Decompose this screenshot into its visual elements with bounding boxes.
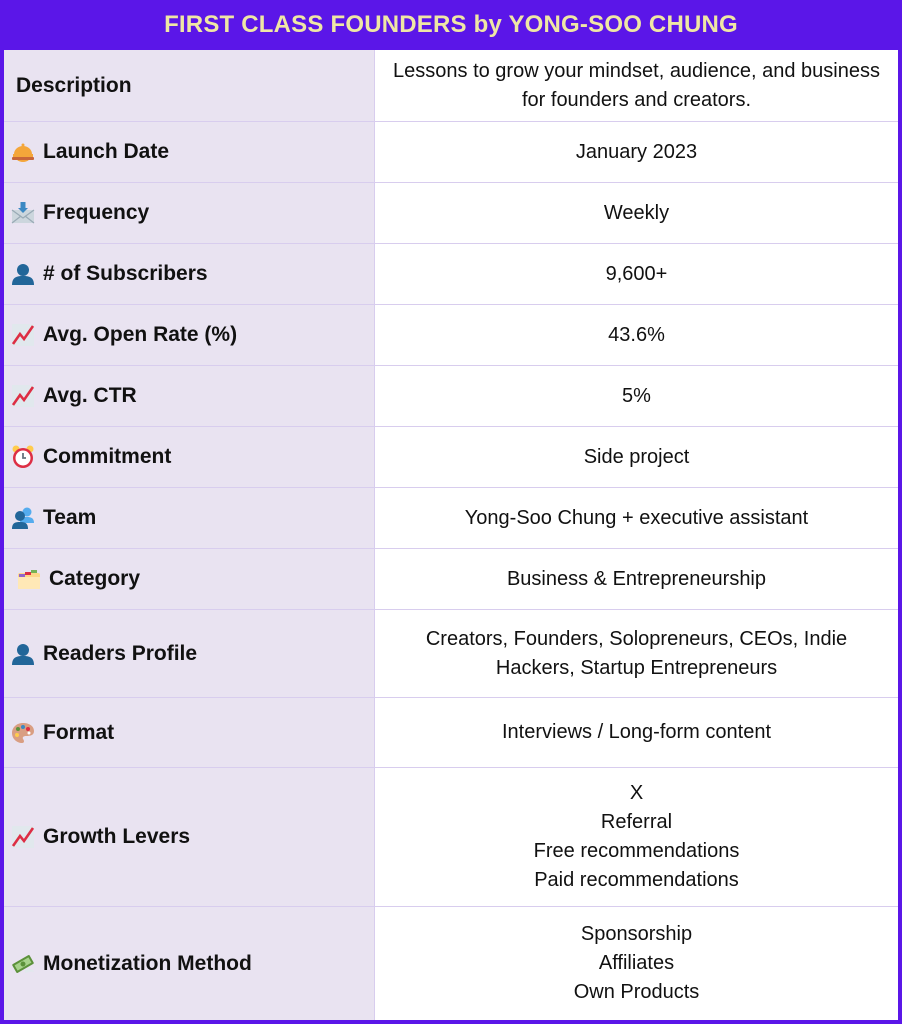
row-value: Creators, Founders, Solopreneurs, CEOs, … (375, 610, 898, 697)
table-row-ctr: Avg. CTR 5% (4, 366, 898, 426)
row-label: Frequency (4, 183, 375, 243)
row-label-text: Team (43, 506, 97, 529)
chart-increasing-icon (10, 825, 36, 849)
table-row-category: Category Business & Entrepreneurship (4, 549, 898, 609)
value-line: Own Products (573, 981, 700, 1003)
value-line: Affiliates (598, 952, 675, 974)
value-line: Free recommendations (533, 840, 740, 862)
row-label: Monetization Method (4, 907, 375, 1020)
value-line: Creators, Founders, Solopreneurs, CEOs, … (425, 627, 848, 650)
table-row-team: Team Yong-Soo Chung + executive assistan… (4, 488, 898, 548)
row-value: Business & Entrepreneurship (375, 549, 898, 609)
table-row-format: Format Interviews / Long-form content (4, 698, 898, 767)
alarm-clock-icon (10, 445, 36, 469)
row-value: Weekly (375, 183, 898, 243)
value-line: Business & Entrepreneurship (506, 567, 767, 590)
row-label: Avg. CTR (4, 366, 375, 426)
value-line: 5% (622, 384, 651, 407)
row-label-text: Format (43, 720, 115, 744)
row-label: Category (4, 549, 375, 609)
value-line: 9,600+ (605, 262, 668, 285)
row-label: Team (4, 488, 375, 548)
row-label-text: Avg. CTR (43, 384, 137, 407)
row-value: X Referral Free recommendations Paid rec… (375, 768, 898, 906)
bellhop-bell-icon (10, 140, 36, 164)
person-silhouette-icon (10, 642, 36, 666)
page-title: FIRST CLASS FOUNDERS by YONG-SOO CHUNG (164, 11, 738, 38)
value-line: Sponsorship (580, 923, 693, 945)
value-line: Yong-Soo Chung + executive assistant (464, 506, 809, 529)
value-line: Paid recommendations (534, 869, 739, 891)
row-value: Side project (375, 427, 898, 487)
value-line: Side project (583, 445, 690, 468)
card-index-dividers-icon (16, 567, 42, 591)
row-label-text: Category (49, 567, 141, 590)
row-label-text: Launch Date (43, 140, 170, 163)
row-label-text: Description (16, 73, 132, 97)
person-silhouette-icon (10, 262, 36, 286)
row-label: Avg. Open Rate (%) (4, 305, 375, 365)
row-label: Growth Levers (4, 768, 375, 906)
value-line: X (629, 782, 644, 804)
row-label: Commitment (4, 427, 375, 487)
row-label: Readers Profile (4, 610, 375, 697)
value-line: Hackers, Startup Entrepreneurs (495, 656, 778, 679)
row-label: Description (4, 50, 375, 121)
value-line: Interviews / Long-form content (501, 721, 771, 743)
value-line: 43.6% (608, 323, 665, 346)
people-silhouette-icon (10, 506, 36, 530)
infographic-frame: FIRST CLASS FOUNDERS by YONG-SOO CHUNG D… (0, 0, 902, 1024)
row-label: Launch Date (4, 122, 375, 182)
row-value: Sponsorship Affiliates Own Products (375, 907, 898, 1020)
table-row-commitment: Commitment Side project (4, 427, 898, 487)
row-value: 43.6% (375, 305, 898, 365)
table-row-description: Description Lessons to grow your mindset… (4, 50, 898, 121)
row-label-text: # of Subscribers (43, 262, 208, 285)
table-row-open-rate: Avg. Open Rate (%) 43.6% (4, 305, 898, 365)
row-value: 9,600+ (375, 244, 898, 304)
row-label-text: Monetization Method (43, 951, 252, 975)
row-value: January 2023 (375, 122, 898, 182)
row-label-text: Readers Profile (43, 641, 198, 665)
row-label-text: Avg. Open Rate (%) (43, 323, 238, 346)
row-value: Interviews / Long-form content (375, 698, 898, 767)
table-row-launch-date: Launch Date January 2023 (4, 122, 898, 182)
row-label: # of Subscribers (4, 244, 375, 304)
row-label-text: Frequency (43, 201, 150, 224)
row-value: Yong-Soo Chung + executive assistant (375, 488, 898, 548)
value-line: Weekly (603, 201, 670, 224)
info-table: Description Lessons to grow your mindset… (4, 50, 898, 1020)
row-value: Lessons to grow your mindset, audience, … (375, 50, 898, 121)
row-label: Format (4, 698, 375, 767)
row-label-text: Growth Levers (43, 825, 191, 848)
value-line: January 2023 (575, 140, 698, 163)
table-row-growth-levers: Growth Levers X Referral Free recommenda… (4, 768, 898, 906)
value-line: Lessons to grow your mindset, audience, … (393, 59, 880, 82)
value-line: for founders and creators. (521, 88, 751, 111)
money-with-wings-icon (10, 952, 36, 976)
table-row-subscribers: # of Subscribers 9,600+ (4, 244, 898, 304)
value-line: Referral (600, 811, 673, 833)
table-row-readers-profile: Readers Profile Creators, Founders, Solo… (4, 610, 898, 697)
artist-palette-icon (10, 721, 36, 745)
table-row-monetization: Monetization Method Sponsorship Affiliat… (4, 907, 898, 1020)
envelope-arrow-icon (10, 201, 36, 225)
row-value: 5% (375, 366, 898, 426)
chart-increasing-icon (10, 384, 36, 408)
table-row-frequency: Frequency Weekly (4, 183, 898, 243)
row-label-text: Commitment (43, 445, 172, 468)
chart-increasing-icon (10, 323, 36, 347)
